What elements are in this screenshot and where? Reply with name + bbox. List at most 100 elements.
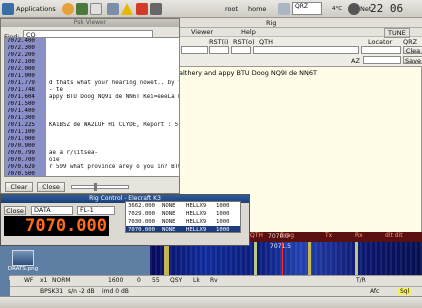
tx-macro-button[interactable]: Tx	[325, 232, 332, 239]
close-button[interactable]: Close	[37, 182, 65, 192]
psk-channel-row[interactable]: 7072.000	[5, 66, 179, 73]
menu-help[interactable]: Help	[241, 28, 256, 36]
app-icon[interactable]	[136, 3, 148, 15]
norm-button[interactable]: NORM	[52, 277, 71, 284]
clear-button[interactable]: Clear	[5, 182, 33, 192]
psk-channel-row[interactable]: 7070.900	[5, 143, 179, 150]
network-icon[interactable]	[107, 3, 119, 15]
squelch-slider[interactable]	[71, 183, 129, 191]
rig-memory-freq: 7030.000	[128, 219, 155, 225]
psk-channel-row[interactable]: 7071.225 KA1BSZ de WA2LUF Hi CLYDE, Repor…	[5, 122, 179, 129]
zoom-button[interactable]: x1	[40, 277, 47, 284]
rig-memory-row[interactable]: 3662.000 NONE HELLX9 1000	[126, 202, 240, 210]
psk-channel-row[interactable]: 7071.000	[5, 136, 179, 143]
image-file-icon[interactable]	[12, 250, 34, 266]
psk-channel-row[interactable]: 7071.604 appy BTU Doog NQ9I de NN6T Kei=e…	[5, 94, 179, 101]
psk-channel-list[interactable]: 7072.400 7072.300 7072.200 7072.100 7072.000…	[4, 37, 180, 177]
slider-handle[interactable]	[94, 183, 97, 191]
qrz-field[interactable]: QRZ	[292, 2, 322, 15]
location-root[interactable]: root	[225, 5, 238, 13]
clock[interactable]: 22 06	[370, 2, 403, 15]
psk-channel-row[interactable]: 7070.799 ae a r/litsea-	[5, 150, 179, 157]
rig-frequency-display[interactable]: 7070.000	[4, 216, 109, 236]
warning-icon[interactable]	[121, 3, 133, 15]
location-home[interactable]: home	[248, 5, 266, 13]
psk-channel-text	[46, 52, 49, 58]
mode-status[interactable]: BPSK31	[40, 288, 63, 295]
rig-close-button[interactable]: Close	[4, 206, 26, 215]
menu-rig[interactable]: Rig	[266, 19, 276, 27]
step-value[interactable]: 0	[137, 277, 141, 284]
applications-icon[interactable]	[2, 3, 14, 15]
psk-channel-row[interactable]: 7072.300	[5, 45, 179, 52]
qth-field[interactable]	[253, 46, 359, 54]
psk-channel-row[interactable]: 7071.500	[5, 101, 179, 108]
ditdit-macro-button[interactable]: dit dit	[385, 232, 403, 239]
applications-menu[interactable]: Applications	[16, 5, 56, 13]
rig-memory-name: HELLX9	[186, 227, 207, 233]
volume-icon[interactable]	[348, 3, 360, 15]
freq-value[interactable]: 1600	[108, 277, 123, 284]
psk-channel-row[interactable]: 7070.629 r 599 what province arey o you i…	[5, 164, 179, 171]
psk-channel-text	[46, 136, 49, 142]
name-field[interactable]	[181, 46, 208, 54]
desktop-icon-label[interactable]: DRATS.png	[3, 266, 43, 272]
firefox-icon[interactable]	[62, 3, 74, 15]
clear-log-button[interactable]: Clea	[403, 46, 422, 55]
psk-channel-text	[46, 129, 49, 135]
psk-channel-row[interactable]: 7071.400	[5, 108, 179, 115]
qsy-button[interactable]: QSY	[170, 277, 182, 284]
menu-viewer[interactable]: Viewer	[191, 28, 213, 36]
rig-memory-name: HELLX9	[186, 203, 207, 209]
bandwidth-select[interactable]: FL-1	[77, 206, 115, 215]
mode-select[interactable]: DATA	[31, 206, 73, 215]
menu-bar: Rig	[151, 18, 422, 28]
psk-viewer-title[interactable]: Psk Viewer	[1, 19, 179, 27]
psk-channel-row[interactable]: 7071.748- te	[5, 87, 179, 94]
psk-channel-freq: 7071.500	[5, 101, 46, 108]
rig-memory-row[interactable]: 7029.000 NONE HELLX9 1000	[126, 210, 240, 218]
rig-memory-row[interactable]: 7070.000 NONE HELLX9 1000	[126, 226, 240, 233]
psk-channel-row[interactable]: 7071.300	[5, 115, 179, 122]
monitor-icon[interactable]	[150, 3, 162, 15]
rig-memory-mode: NONE	[162, 203, 176, 209]
top-panel: Applications root home QRZ 4°C Net 22 06	[0, 0, 422, 18]
lock-button[interactable]: Lk	[193, 277, 200, 284]
folder-icon[interactable]	[278, 3, 290, 15]
psk-channel-text	[46, 45, 49, 51]
locator-field[interactable]	[361, 46, 401, 54]
rst-in-field[interactable]	[209, 46, 229, 54]
editor-icon[interactable]	[90, 3, 102, 15]
az-label: AZ	[351, 57, 360, 65]
psk-channel-text	[46, 73, 49, 79]
afc-toggle[interactable]: Afc	[370, 288, 379, 295]
psk-channel-row[interactable]: 7072.200	[5, 52, 179, 59]
rx-macro-button[interactable]: Rx	[355, 232, 363, 239]
psk-channel-row[interactable]: 7071.100	[5, 129, 179, 136]
psk-channel-row[interactable]: 7072.400	[5, 38, 179, 45]
rig-memory-mode: NONE	[162, 219, 176, 225]
waterfall[interactable]: 7071.5	[150, 242, 422, 275]
psk-channel-freq: 7071.000	[5, 136, 46, 143]
wf-mode-button[interactable]: WF	[24, 277, 33, 284]
psk-channel-row[interactable]: 7070.500	[5, 171, 179, 176]
rig-memory-row[interactable]: 7030.000 NONE HELLX9 1000	[126, 218, 240, 226]
rig-memory-list[interactable]: 3662.000 NONE HELLX9 1000 7029.000 NONE HELLX9…	[125, 201, 241, 233]
psk-channel-row[interactable]: 7072.100	[5, 59, 179, 66]
psk-channel-row[interactable]: 7071.900	[5, 73, 179, 80]
psk-channel-text: - te	[49, 87, 63, 93]
sql-toggle[interactable]: Sql	[398, 288, 412, 295]
psk-channel-freq: 7070.900	[5, 143, 46, 150]
psk-channel-row[interactable]: 7071.779 d thats what your hearing nowet.…	[5, 80, 179, 87]
terminal-icon[interactable]	[76, 3, 88, 15]
step2-value[interactable]: 55	[152, 277, 160, 284]
psk-channel-row[interactable]: 7070.700 oie	[5, 157, 179, 164]
tr-button[interactable]: T/R	[356, 277, 366, 284]
save-log-button[interactable]: Save	[403, 56, 422, 65]
az-field[interactable]	[363, 56, 401, 64]
brag-macro-button[interactable]: Brag	[280, 232, 294, 239]
reverse-button[interactable]: Rv	[210, 277, 218, 284]
bottom-panel	[0, 296, 422, 308]
rst-out-field[interactable]	[231, 46, 251, 54]
qth-macro-button[interactable]: QTH	[250, 232, 263, 239]
